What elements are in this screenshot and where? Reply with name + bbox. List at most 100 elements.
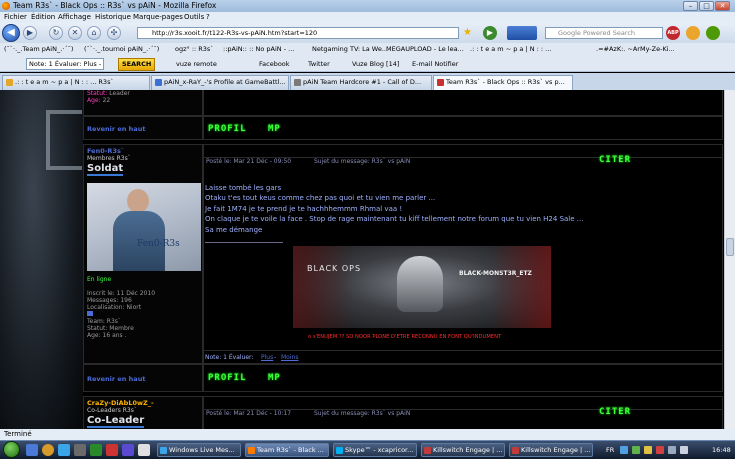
bookmark-item[interactable]: (¯`·._.Team pAiN_.·´¯) bbox=[4, 43, 73, 56]
firefox-icon bbox=[2, 2, 10, 10]
online-status: En ligne bbox=[87, 276, 112, 283]
quicklaunch-msn-icon[interactable] bbox=[58, 444, 70, 456]
tray-icon[interactable] bbox=[632, 446, 640, 454]
rate-plus-link[interactable]: Plus bbox=[261, 354, 273, 361]
tray-icon[interactable] bbox=[656, 446, 664, 454]
go-icon[interactable]: ▶ bbox=[483, 26, 497, 40]
tab-pain-hardcore[interactable]: pAiN Team Hardcore #1 - Call of D... bbox=[290, 75, 432, 90]
tab-favicon-icon bbox=[437, 79, 444, 86]
taskbar-item-skype[interactable]: Skype™ - xcapricor... bbox=[333, 443, 417, 457]
skype-icon bbox=[336, 447, 343, 454]
rate-minus-link[interactable]: Moins bbox=[281, 354, 298, 361]
bookmark-item[interactable]: Netgaming TV: La We... bbox=[312, 43, 388, 56]
taskbar-label: Skype™ - xcapricor... bbox=[345, 446, 414, 454]
rating-select[interactable]: Note: 1 Évaluer: Plus - bbox=[26, 58, 105, 70]
taskbar-item-killswitch[interactable]: Killswitch Engage | ... bbox=[509, 443, 593, 457]
menu-edition[interactable]: Édition bbox=[31, 12, 55, 23]
address-bar[interactable]: http://r3s.xooit.fr/t122-R3s-vs-pAiN.htm… bbox=[137, 27, 459, 39]
quicklaunch-app-icon[interactable] bbox=[106, 444, 118, 456]
back-arrow-icon[interactable]: ◀ bbox=[2, 24, 20, 42]
avatar: Fen0-R3s bbox=[87, 183, 201, 271]
bookmark-item[interactable]: ::pAiN:: :: No pAiN - ... bbox=[223, 43, 294, 56]
taskbar-item-killswitch[interactable]: Killswitch Engage | ... bbox=[421, 443, 505, 457]
bookmark-star-icon[interactable]: ★ bbox=[463, 27, 475, 39]
tab-gamebattles[interactable]: pAiN_x-RaY_-'s Profile at GameBattl... bbox=[151, 75, 289, 90]
addons-icon[interactable]: ✣ bbox=[107, 26, 121, 40]
banner-shade-left bbox=[293, 246, 353, 328]
background-logo-shape bbox=[46, 110, 82, 170]
quote-button[interactable]: CITER bbox=[599, 155, 631, 165]
scrollbar-thumb[interactable] bbox=[726, 238, 734, 256]
search-button[interactable]: SEARCH bbox=[118, 58, 156, 71]
taskbar-item-firefox[interactable]: Team R3s` - Black ... bbox=[245, 443, 329, 457]
close-button[interactable]: ✕ bbox=[715, 1, 730, 11]
quicklaunch-ie-icon[interactable] bbox=[26, 444, 38, 456]
quicklaunch-firefox-icon[interactable] bbox=[42, 444, 54, 456]
author-username[interactable]: Fen0-R3s` bbox=[87, 147, 124, 155]
maximize-button[interactable]: □ bbox=[699, 1, 714, 11]
noscript-icon[interactable] bbox=[706, 26, 720, 40]
tab-bar: .: : t e a m ~ p a | N : : ... R3s` pAiN… bbox=[0, 73, 735, 90]
twitter-link[interactable]: Twitter bbox=[308, 56, 330, 72]
tab-label: .: : t e a m ~ p a | N : : ... R3s` bbox=[15, 78, 114, 86]
taskbar-label: Windows Live Mes... bbox=[169, 446, 235, 454]
bookmark-item[interactable]: .=#AzK:. ~ArMy-Ze-Ki... bbox=[596, 43, 675, 56]
menu-affichage[interactable]: Affichage bbox=[58, 12, 91, 23]
facebook-link[interactable]: Facebook bbox=[259, 56, 290, 72]
volume-icon[interactable] bbox=[680, 446, 688, 454]
menu-fichier[interactable]: Fichier bbox=[4, 12, 27, 23]
taskbar-label: Team R3s` - Black ... bbox=[257, 446, 324, 454]
quicklaunch-app-icon[interactable] bbox=[90, 444, 102, 456]
vertical-scrollbar[interactable] bbox=[724, 90, 735, 429]
post-line: On claque je te voile la face . Stop de … bbox=[205, 215, 584, 224]
home-icon[interactable]: ⌂ bbox=[87, 26, 101, 40]
post-body-previous bbox=[203, 90, 723, 116]
menu-outils[interactable]: Outils bbox=[184, 12, 204, 23]
tray-icon[interactable] bbox=[644, 446, 652, 454]
profil-button[interactable]: PROFIL bbox=[208, 373, 247, 383]
page-content: Statut: Leader Age: 22 Revenir en haut P… bbox=[0, 90, 735, 429]
extension-icon[interactable] bbox=[686, 26, 700, 40]
vuze-blog-link[interactable]: Vuze Blog [14] bbox=[352, 56, 399, 72]
search-engine-icon[interactable] bbox=[507, 26, 537, 40]
search-input[interactable]: Google Powered Search bbox=[545, 27, 663, 39]
back-top-cell: Revenir en haut bbox=[83, 364, 203, 392]
taskbar-label: Killswitch Engage | ... bbox=[521, 446, 591, 454]
menu-help[interactable]: ? bbox=[206, 12, 210, 23]
start-button[interactable] bbox=[3, 441, 20, 458]
quicklaunch-app-icon[interactable] bbox=[122, 444, 134, 456]
tab-team-pain[interactable]: .: : t e a m ~ p a | N : : ... R3s` bbox=[2, 75, 150, 90]
status-bar: Terminé bbox=[0, 429, 735, 440]
tray-icon[interactable] bbox=[620, 446, 628, 454]
quicklaunch-app-icon[interactable] bbox=[74, 444, 86, 456]
back-to-top-link[interactable]: Revenir en haut bbox=[87, 375, 145, 383]
quicklaunch-app-icon[interactable] bbox=[138, 444, 150, 456]
profil-button[interactable]: PROFIL bbox=[208, 124, 247, 134]
quote-button[interactable]: CITER bbox=[599, 407, 631, 417]
email-notifier-link[interactable]: E-mail Notifier bbox=[412, 56, 458, 72]
minimize-button[interactable]: – bbox=[683, 1, 698, 11]
language-indicator[interactable]: FR bbox=[606, 446, 614, 454]
taskbar-item-msn[interactable]: Windows Live Mes... bbox=[157, 443, 241, 457]
mp-button[interactable]: MP bbox=[268, 373, 281, 383]
bookmark-item[interactable]: .: : t e a m ~ p a | N : : ... bbox=[470, 43, 551, 56]
back-to-top-link[interactable]: Revenir en haut bbox=[87, 125, 145, 133]
vuze-remote-link[interactable]: vuze remote bbox=[176, 56, 217, 72]
bookmark-item[interactable]: ogz° :: R3s` bbox=[175, 43, 214, 56]
menu-marque-pages[interactable]: Marque-pages bbox=[133, 12, 183, 23]
rank-badge: Soldat bbox=[87, 163, 124, 176]
tab-r3s-black-ops[interactable]: Team R3s` - Black Ops :: R3s` vs p... bbox=[433, 75, 573, 90]
adblock-icon[interactable]: ABP bbox=[666, 26, 680, 40]
forward-arrow-icon[interactable]: ▶ bbox=[23, 26, 37, 40]
clock[interactable]: 16:48 bbox=[712, 446, 731, 454]
menu-historique[interactable]: Historique bbox=[95, 12, 131, 23]
author-username[interactable]: CraZy-DiAbL0wZ_- bbox=[87, 399, 154, 407]
location: Localisation: Niort bbox=[87, 304, 142, 311]
bookmark-item[interactable]: MEGAUPLOAD - Le lea... bbox=[386, 43, 464, 56]
mp-button[interactable]: MP bbox=[268, 124, 281, 134]
post-line: Je fait 1M74 je te prend je te hachhhemm… bbox=[205, 204, 403, 213]
bookmark-item[interactable]: (¯`·._.tournoi pAiN_.·´¯) bbox=[84, 43, 159, 56]
reload-icon[interactable]: ↻ bbox=[49, 26, 63, 40]
stop-icon[interactable]: ✕ bbox=[68, 26, 82, 40]
network-icon[interactable] bbox=[668, 446, 676, 454]
